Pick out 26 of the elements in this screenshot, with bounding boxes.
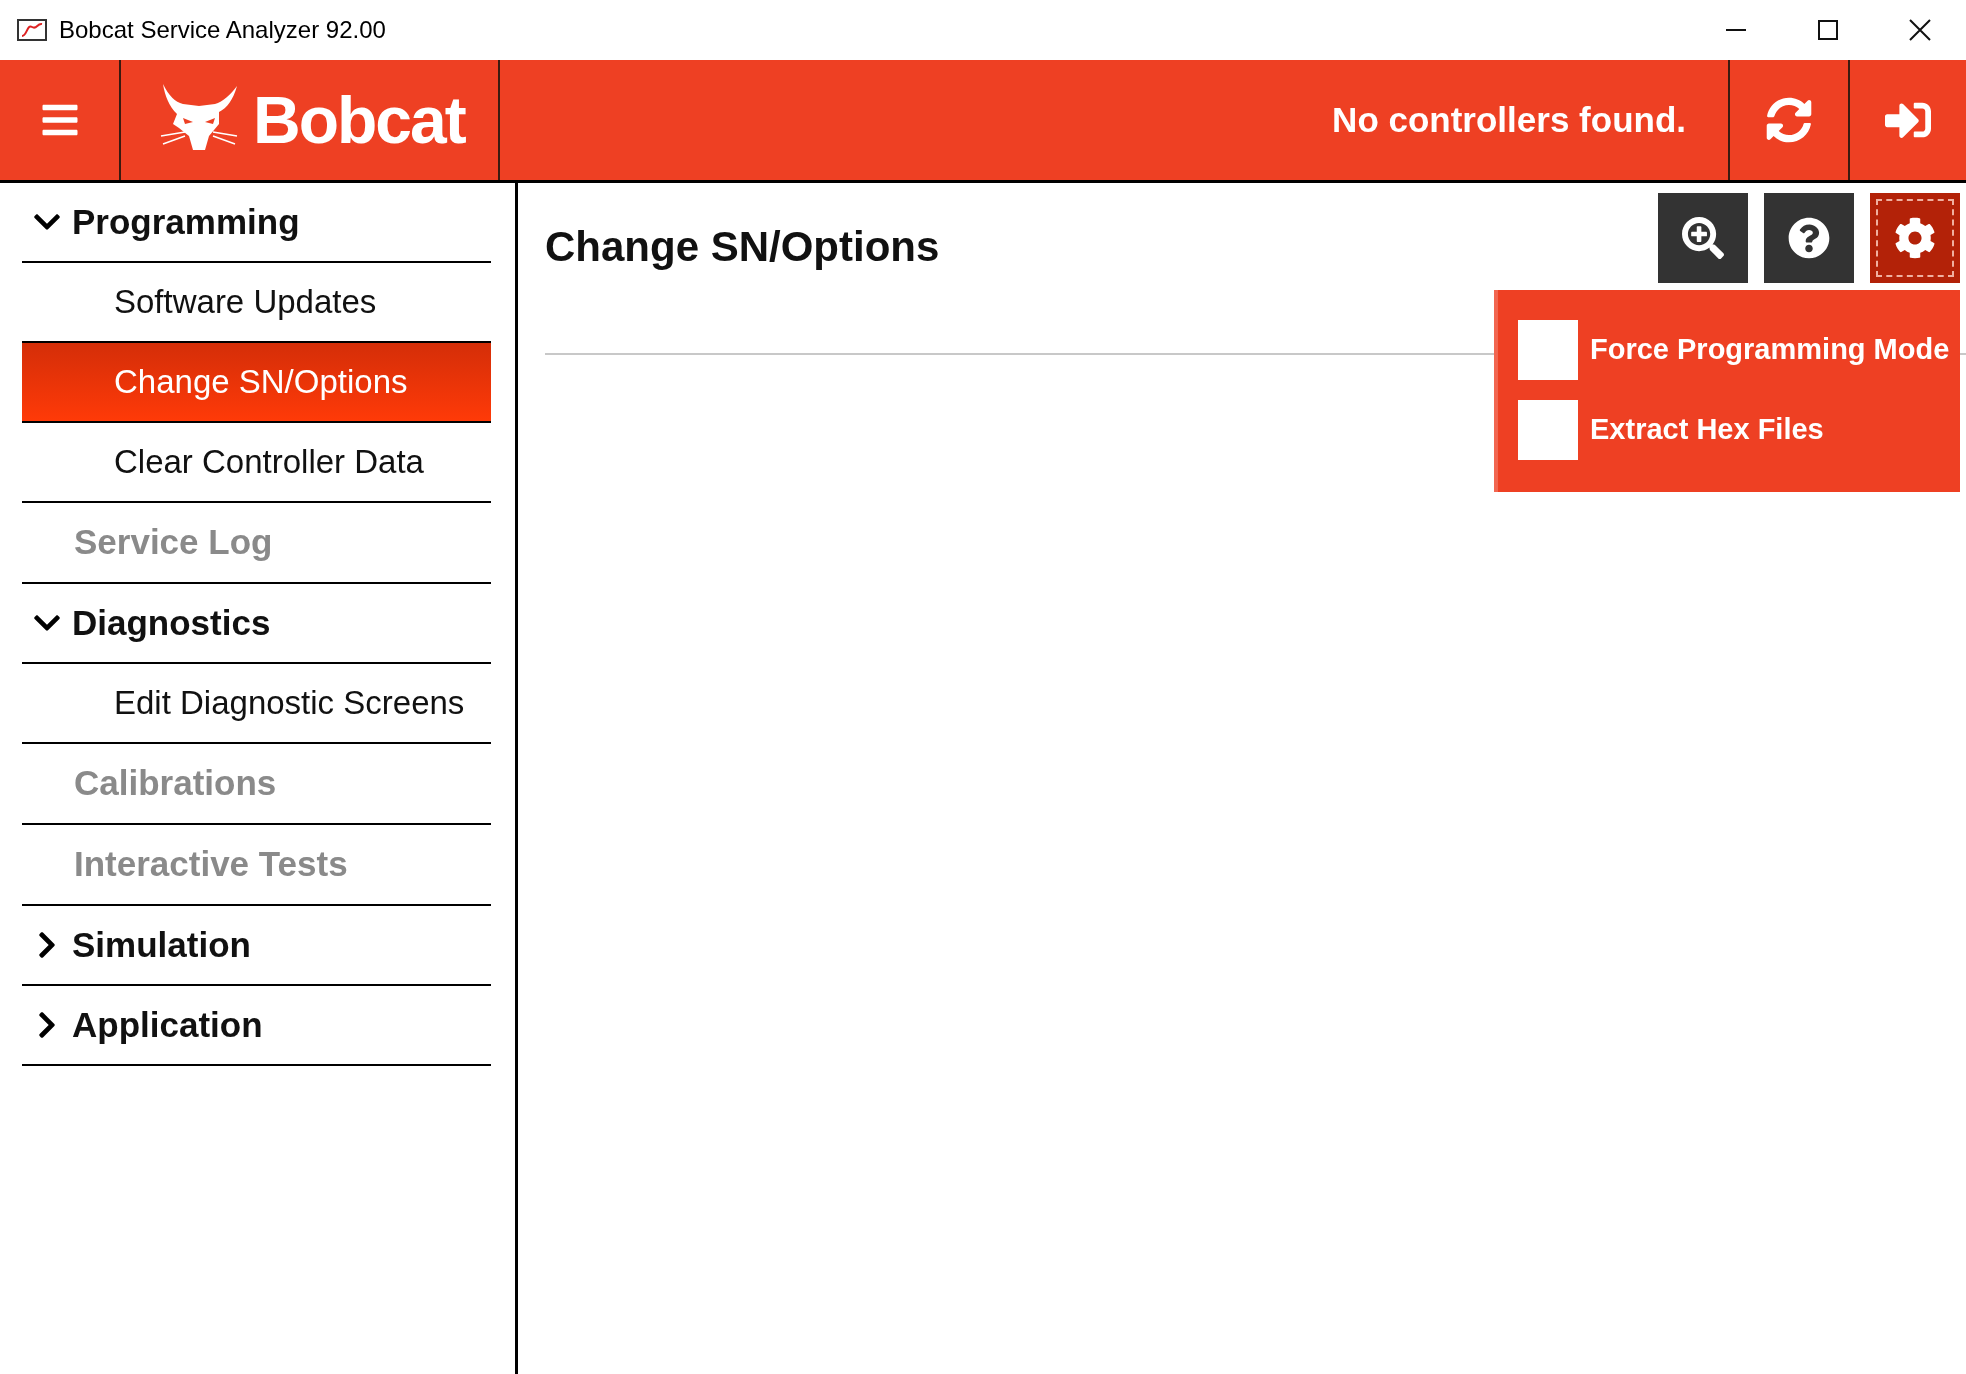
nav-group-header[interactable]: Simulation <box>22 906 491 986</box>
settings-icon <box>1894 217 1936 259</box>
menu-option[interactable]: Extract Hex Files <box>1518 400 1960 460</box>
checkbox[interactable] <box>1518 320 1578 380</box>
checkbox[interactable] <box>1518 400 1578 460</box>
nav-subitem[interactable]: Edit Diagnostic Screens <box>22 664 491 744</box>
help-button[interactable] <box>1764 193 1854 283</box>
nav-subitem[interactable]: Clear Controller Data <box>22 423 491 503</box>
zoom-button[interactable] <box>1658 193 1748 283</box>
nav-subitem[interactable]: Change SN/Options <box>22 343 491 423</box>
logo-text: Bobcat <box>253 87 465 153</box>
window-title: Bobcat Service Analyzer 92.00 <box>59 15 386 45</box>
close-icon <box>1909 19 1931 41</box>
refresh-icon <box>1766 97 1812 143</box>
page-title: Change SN/Options <box>545 222 940 272</box>
settings-button[interactable] <box>1870 193 1960 283</box>
menu-option[interactable]: Force Programming Mode <box>1518 320 1960 380</box>
maximize-icon <box>1818 20 1838 40</box>
nav-group-header[interactable]: Application <box>22 986 491 1066</box>
app-icon <box>17 19 47 41</box>
help-icon <box>1788 217 1830 259</box>
zoom-in-icon <box>1682 217 1724 259</box>
nav-group-header[interactable]: Diagnostics <box>22 584 491 664</box>
status-message: No controllers found. <box>1332 98 1686 141</box>
minimize-icon <box>1726 29 1746 31</box>
nav-group-header[interactable]: Programming <box>22 183 491 263</box>
